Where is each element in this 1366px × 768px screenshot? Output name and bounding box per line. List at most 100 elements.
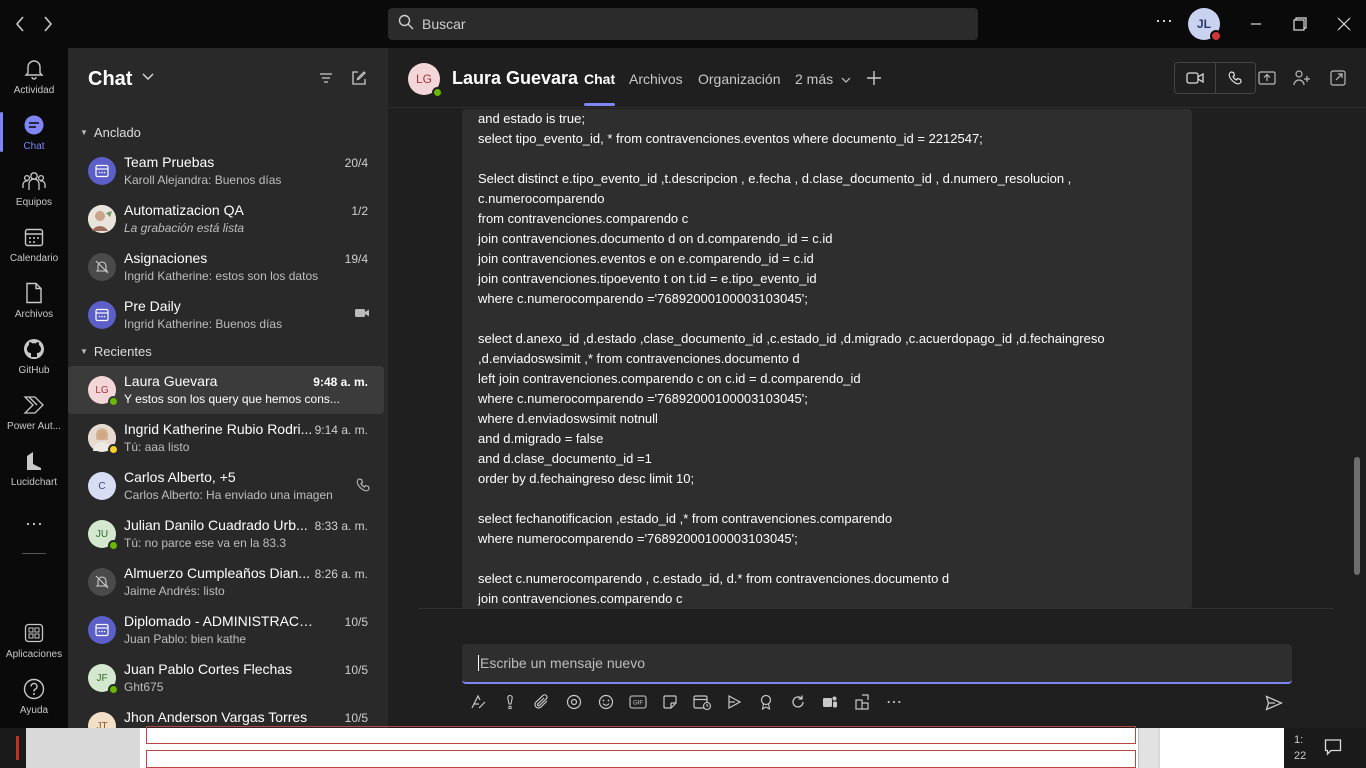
lucidchart-icon <box>22 449 46 473</box>
schedule-meeting-icon[interactable] <box>686 690 718 714</box>
chat-item-team-pruebas[interactable]: Team Pruebas Karoll Alejandra: Buenos dí… <box>68 147 384 195</box>
system-tray: 1: 22 <box>1284 728 1366 768</box>
message-composer-input[interactable]: Escribe un mensaje nuevo <box>462 644 1292 684</box>
share-screen-icon[interactable] <box>1256 67 1278 89</box>
sticker-icon[interactable] <box>654 690 686 714</box>
rail-item-lucidchart[interactable]: Lucidchart <box>0 440 68 496</box>
chevron-down-icon[interactable] <box>142 70 154 84</box>
rail-item-chat[interactable]: Chat <box>0 104 68 160</box>
clock: 1: 22 <box>1294 732 1306 764</box>
refresh-icon[interactable] <box>782 690 814 714</box>
avatar[interactable]: LG <box>408 63 443 98</box>
chat-time: 8:26 a. m. <box>314 567 368 581</box>
chat-list-pane: Chat ▼ Anclado Team Pruebas Karoll Aleja… <box>68 48 388 728</box>
rail-item-calendar[interactable]: Calendario <box>0 216 68 272</box>
rail-item-help[interactable]: Ayuda <box>0 668 68 724</box>
chat-item-automatizacion-qa[interactable]: Automatizacion QA La grabación está list… <box>68 195 384 243</box>
chat-name: Pre Daily <box>124 298 181 314</box>
chat-time: 10/5 <box>344 615 368 629</box>
chat-item-julian-danilo[interactable]: JU Julian Danilo Cuadrado Urb... Tú: no … <box>68 510 384 558</box>
message-scrollbar[interactable] <box>1354 457 1360 575</box>
new-chat-icon[interactable] <box>351 70 371 90</box>
photo-avatar <box>88 424 119 455</box>
message-line <box>478 489 1176 509</box>
video-camera-icon <box>354 307 370 322</box>
more-options-button[interactable]: ⋯ <box>1152 12 1176 36</box>
pinned-section-header[interactable]: ▼ Anclado <box>80 125 141 140</box>
format-icon[interactable] <box>462 690 494 714</box>
chat-item-juan-pablo[interactable]: JF Juan Pablo Cortes Flechas Ght675 10/5 <box>68 654 384 702</box>
chat-name: Carlos Alberto, +5 <box>124 469 236 485</box>
add-people-icon[interactable] <box>1291 67 1313 89</box>
tab-organization[interactable]: Organización <box>698 71 781 87</box>
notification-icon[interactable] <box>1324 738 1342 761</box>
chat-name: Laura Guevara <box>124 373 218 389</box>
avatar-initials: C <box>98 480 106 492</box>
rail-item-teams[interactable]: Equipos <box>0 160 68 216</box>
tab-more-label: 2 más <box>795 71 834 87</box>
gif-icon[interactable]: GIF <box>622 690 654 714</box>
close-button[interactable] <box>1324 8 1364 40</box>
stream-icon[interactable] <box>718 690 750 714</box>
chat-item-pre-daily[interactable]: Pre Daily Ingrid Katherine: Buenos días <box>68 291 384 339</box>
rail-item-files[interactable]: Archivos <box>0 272 68 328</box>
loop-icon[interactable] <box>558 690 590 714</box>
chat-item-carlos-alberto[interactable]: C Carlos Alberto, +5 Carlos Alberto: Ha … <box>68 462 384 510</box>
chat-item-jhon-anderson[interactable]: JT Jhon Anderson Vargas Torres 10/5 <box>68 702 384 728</box>
attach-icon[interactable] <box>526 690 558 714</box>
forward-arrow-icon[interactable] <box>36 12 60 36</box>
document-field <box>146 726 1136 744</box>
chat-item-laura-guevara[interactable]: LG Laura Guevara Y estos son los query q… <box>68 366 384 414</box>
praise-icon[interactable] <box>750 690 782 714</box>
rail-label: GitHub <box>18 364 50 376</box>
more-apps-button[interactable]: ⋯ <box>0 496 68 552</box>
conversation-title: Laura Guevara <box>452 68 579 88</box>
approvals-icon[interactable] <box>846 690 878 714</box>
document-field <box>146 750 1136 768</box>
rail-label: Aplicaciones <box>5 648 63 660</box>
rail-item-activity[interactable]: Actividad <box>0 48 68 104</box>
message-line: where c.numerocomparendo ='7689200010000… <box>478 291 808 306</box>
conversation-header: LG Laura Guevara Chat Archivos Organizac… <box>388 48 1366 108</box>
rail-item-github[interactable]: GitHub <box>0 328 68 384</box>
important-icon[interactable] <box>494 690 526 714</box>
chat-item-diplomado[interactable]: Diplomado - ADMINISTRACIÓN ... Juan Pabl… <box>68 606 384 654</box>
audio-call-button[interactable] <box>1216 63 1256 93</box>
chat-item-almuerzo-cumpleanos[interactable]: Almuerzo Cumpleaños Dian... Jaime Andrés… <box>68 558 384 606</box>
add-tab-icon[interactable] <box>866 66 882 92</box>
tab-more[interactable]: 2 más <box>795 71 851 87</box>
background-window-strip: 1: 22 <box>0 726 1366 768</box>
teams-icon <box>22 169 46 193</box>
chat-time: 9:14 a. m. <box>314 423 368 437</box>
avatar: JT <box>88 712 116 728</box>
message-list[interactable]: and estado is true; select tipo_evento_i… <box>388 109 1366 609</box>
app-rail: Actividad Chat Equipos Calendario Archiv… <box>0 48 68 728</box>
tab-files[interactable]: Archivos <box>629 71 683 87</box>
user-avatar[interactable]: JL <box>1188 8 1222 42</box>
chat-preview: Karoll Alejandra: Buenos días <box>124 173 282 187</box>
rail-item-apps[interactable]: Aplicaciones <box>0 612 68 668</box>
restore-button[interactable] <box>1280 8 1320 40</box>
back-arrow-icon[interactable] <box>8 12 32 36</box>
teams-app-icon[interactable] <box>814 690 846 714</box>
chat-preview: Carlos Alberto: Ha enviado una imagen <box>124 488 333 502</box>
chat-item-ingrid-katherine[interactable]: Ingrid Katherine Rubio Rodri... Tú: aaa … <box>68 414 384 462</box>
more-options-icon[interactable]: ⋯ <box>878 690 910 714</box>
rail-label: Actividad <box>13 84 55 96</box>
message-line: where c.numerocomparendo ='7689200010000… <box>478 391 808 406</box>
tab-chat[interactable]: Chat <box>584 71 616 106</box>
emoji-icon[interactable] <box>590 690 622 714</box>
chat-name: Almuerzo Cumpleaños Dian... <box>124 565 310 581</box>
recent-section-header[interactable]: ▼ Recientes <box>80 344 152 359</box>
chat-item-asignaciones[interactable]: Asignaciones Ingrid Katherine: estos son… <box>68 243 384 291</box>
available-status-icon <box>108 396 119 407</box>
search-input[interactable]: Buscar <box>388 8 978 40</box>
rail-label: Calendario <box>9 252 59 264</box>
filter-icon[interactable] <box>318 70 338 90</box>
rail-item-power-automate[interactable]: Power Aut... <box>0 384 68 440</box>
send-button[interactable] <box>1262 691 1286 715</box>
video-call-button[interactable] <box>1175 63 1216 93</box>
pop-out-icon[interactable] <box>1327 67 1349 89</box>
minimize-button[interactable] <box>1236 8 1276 40</box>
message-line <box>478 549 1176 569</box>
